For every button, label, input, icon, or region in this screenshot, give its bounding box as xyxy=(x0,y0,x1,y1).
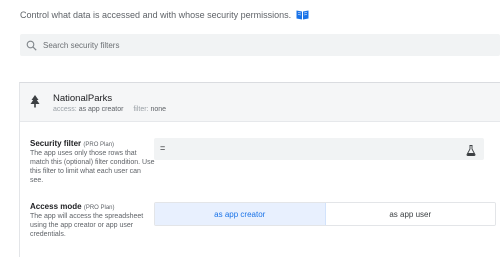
security-filter-value[interactable]: = xyxy=(160,143,165,153)
book-icon[interactable] xyxy=(296,9,309,20)
security-filter-card: NationalParks access: as app creator fil… xyxy=(19,82,500,257)
access-mode-description: The app will access the spreadsheet usin… xyxy=(30,213,144,238)
filter-value: none xyxy=(150,106,167,113)
flask-icon[interactable] xyxy=(466,143,476,156)
access-mode-plan: (PRO Plan) xyxy=(83,205,115,211)
security-filter-description: The app uses only those rows that match … xyxy=(30,150,155,184)
filter-label: filter: xyxy=(133,106,149,113)
table-header[interactable]: NationalParks access: as app creator fil… xyxy=(20,83,500,122)
access-mode-title-text: Access mode xyxy=(30,202,82,211)
access-mode-option-app-creator[interactable]: as app creator xyxy=(155,203,326,225)
security-filter-input[interactable]: = xyxy=(154,138,484,160)
access-mode-toggle: as app creator as app user xyxy=(154,202,496,226)
page-description: Control what data is accessed and with w… xyxy=(20,9,292,20)
security-filter-title-text: Security filter xyxy=(30,139,82,148)
access-value: as app creator xyxy=(78,106,124,113)
search-input[interactable] xyxy=(43,40,463,50)
tree-icon xyxy=(30,95,40,108)
search-bar[interactable] xyxy=(20,34,500,56)
table-name: NationalParks xyxy=(53,93,113,104)
access-label: access: xyxy=(53,106,77,113)
table-meta: access: as app creator filter: none xyxy=(53,106,166,113)
access-mode-option-app-user[interactable]: as app user xyxy=(325,203,495,225)
access-mode-title: Access mode (PRO Plan) xyxy=(30,202,115,211)
header-description-row: Control what data is accessed and with w… xyxy=(20,9,309,20)
search-icon xyxy=(26,40,37,51)
security-filter-plan: (PRO Plan) xyxy=(83,142,115,148)
security-filter-title: Security filter (PRO Plan) xyxy=(30,139,114,148)
